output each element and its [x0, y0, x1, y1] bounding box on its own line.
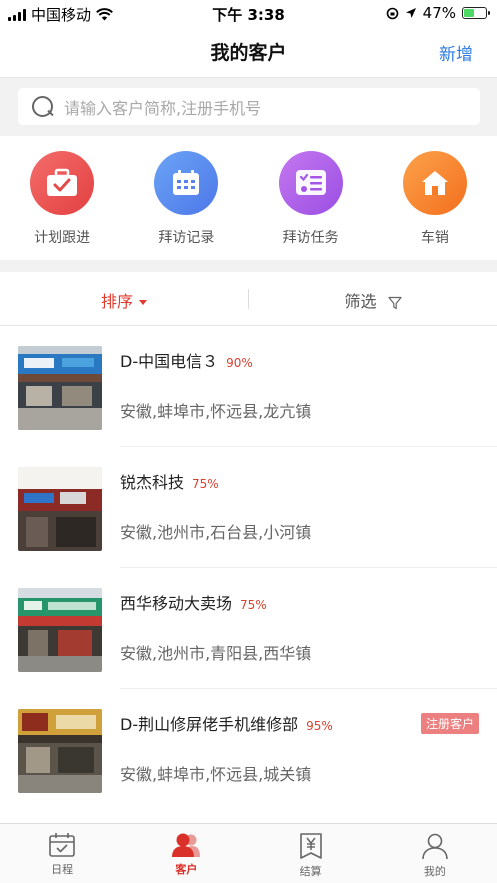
completion-percent: 75% — [240, 598, 267, 612]
calendar-check-icon — [49, 833, 75, 857]
store-photo — [18, 467, 102, 551]
page-title: 我的客户 — [210, 42, 287, 64]
customer-address: 安徽,蚌埠市,怀远县,城关镇 — [120, 765, 312, 784]
status-right: 47% — [386, 4, 490, 22]
sort-filter-bar: 排序 筛选 — [0, 272, 497, 326]
action-plan-follow-up[interactable]: 计划跟进 — [0, 136, 124, 260]
completion-percent: 75% — [192, 477, 219, 491]
quick-actions: 计划跟进 拜访记录 拜访任务 车销 — [0, 136, 497, 260]
search-input[interactable]: 请输入客户简称,注册手机号 — [18, 88, 480, 125]
customer-name: 锐杰科技 — [120, 473, 185, 492]
task-list-icon — [278, 151, 343, 215]
customer-name: 西华移动大卖场 — [120, 594, 233, 613]
customer-address: 安徽,池州市,青阳县,西华镇 — [120, 644, 312, 663]
customer-name: D-荆山修屏佬手机维修部 — [120, 715, 299, 734]
registered-customer-badge: 注册客户 — [420, 713, 479, 734]
action-visit-records[interactable]: 拜访记录 — [124, 136, 248, 260]
search-placeholder: 请输入客户简称,注册手机号 — [64, 98, 262, 118]
store-photo — [18, 346, 102, 430]
filter-label: 筛选 — [344, 292, 377, 311]
funnel-icon — [387, 296, 402, 309]
customer-name-line: D-中国电信３ 90% — [120, 348, 253, 372]
location-arrow-icon — [405, 8, 416, 18]
sort-button[interactable]: 排序 — [0, 288, 248, 312]
briefcase-check-icon — [30, 151, 95, 215]
tab-bar: 日程 客户 结算 我的 — [0, 823, 497, 883]
battery-percent: 47% — [422, 4, 456, 22]
sort-label: 排序 — [100, 292, 133, 311]
customer-name: D-中国电信３ — [120, 352, 219, 371]
tab-label: 客户 — [175, 863, 198, 876]
completion-percent: 95% — [306, 719, 333, 733]
home-icon — [402, 151, 467, 215]
add-customer-button[interactable]: 新增 — [439, 40, 473, 65]
action-visit-tasks[interactable]: 拜访任务 — [249, 136, 373, 260]
section-divider — [0, 260, 497, 272]
customer-row[interactable]: 锐杰科技 75% 安徽,池州市,石台县,小河镇 — [0, 447, 497, 568]
tab-label: 日程 — [51, 863, 74, 876]
action-label: 拜访记录 — [158, 230, 215, 246]
store-photo — [18, 588, 102, 672]
tab-settlement[interactable]: 结算 — [249, 824, 373, 883]
customer-name-line: 锐杰科技 75% — [120, 469, 219, 493]
completion-percent: 90% — [226, 356, 253, 370]
customer-row[interactable]: D-中国电信３ 90% 安徽,蚌埠市,怀远县,龙亢镇 — [0, 326, 497, 447]
action-van-sales[interactable]: 车销 — [373, 136, 497, 260]
customer-address: 安徽,蚌埠市,怀远县,龙亢镇 — [120, 402, 312, 421]
filter-button[interactable]: 筛选 — [249, 288, 497, 312]
battery-icon — [462, 7, 490, 19]
calendar-icon — [154, 151, 219, 215]
status-bar: 中国移动 下午 3:38 47% — [0, 0, 497, 26]
caret-down-icon — [139, 300, 147, 305]
tab-me[interactable]: 我的 — [373, 824, 497, 883]
customer-address: 安徽,池州市,石台县,小河镇 — [120, 523, 312, 542]
action-label: 车销 — [420, 230, 449, 246]
tab-label: 结算 — [299, 865, 322, 878]
search-area: 请输入客户简称,注册手机号 — [0, 78, 497, 136]
store-photo — [18, 709, 102, 793]
tab-schedule[interactable]: 日程 — [0, 824, 124, 883]
customers-icon — [172, 833, 201, 857]
customer-row[interactable]: D-荆山修屏佬手机维修部 95% 注册客户 安徽,蚌埠市,怀远县,城关镇 — [0, 689, 497, 810]
customer-name-line: 西华移动大卖场 75% — [120, 590, 267, 614]
search-icon — [32, 95, 54, 118]
customer-name-line: D-荆山修屏佬手机维修部 95% — [120, 711, 333, 735]
customer-row[interactable]: 西华移动大卖场 75% 安徽,池州市,青阳县,西华镇 — [0, 568, 497, 689]
tab-label: 我的 — [423, 865, 446, 878]
nav-bar: 我的客户 新增 — [0, 26, 497, 78]
tab-customers[interactable]: 客户 — [124, 824, 248, 883]
action-label: 计划跟进 — [34, 230, 91, 246]
customer-list: D-中国电信３ 90% 安徽,蚌埠市,怀远县,龙亢镇 锐杰科技 75% 安徽,池州市… — [0, 326, 497, 810]
action-label: 拜访任务 — [282, 230, 339, 246]
person-icon — [422, 833, 448, 860]
yen-receipt-icon — [299, 833, 322, 859]
rotation-lock-icon — [386, 7, 398, 19]
